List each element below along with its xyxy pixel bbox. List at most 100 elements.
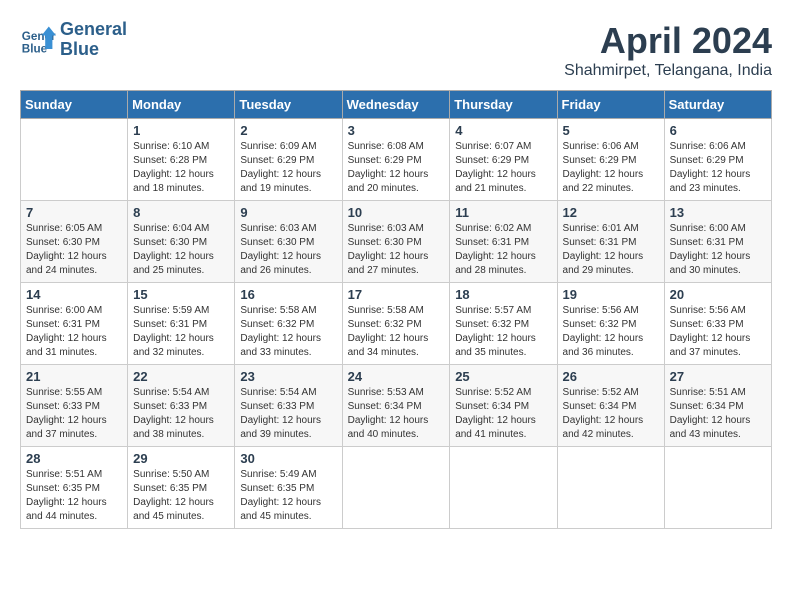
calendar-table: SundayMondayTuesdayWednesdayThursdayFrid… [20, 90, 772, 529]
calendar-cell: 13Sunrise: 6:00 AMSunset: 6:31 PMDayligh… [664, 201, 771, 283]
logo-text-line2: Blue [60, 40, 127, 60]
day-number: 29 [133, 451, 229, 466]
day-info: Sunrise: 6:02 AMSunset: 6:31 PMDaylight:… [455, 222, 551, 278]
calendar-cell: 15Sunrise: 5:59 AMSunset: 6:31 PMDayligh… [128, 283, 235, 365]
calendar-cell [557, 447, 664, 529]
calendar-cell: 14 Sunrise: 6:00 AMSunset: 6:31 PMDayligh… [21, 283, 128, 365]
day-number: 27 [670, 369, 766, 384]
day-info: Sunrise: 5:54 AMSunset: 6:33 PMDaylight:… [240, 386, 336, 442]
calendar-cell: 4 Sunrise: 6:07 AMSunset: 6:29 PMDaylight… [450, 119, 557, 201]
col-header-friday: Friday [557, 91, 664, 119]
day-number: 24 [348, 369, 445, 384]
day-number: 18 [455, 287, 551, 302]
day-number: 20 [670, 287, 766, 302]
day-number: 6 [670, 123, 766, 138]
calendar-week-4: 21 Sunrise: 5:55 AMSunset: 6:33 PMDayligh… [21, 365, 772, 447]
logo-icon: General Blue [20, 22, 56, 58]
calendar-cell [21, 119, 128, 201]
day-number: 21 [26, 369, 122, 384]
calendar-cell: 27Sunrise: 5:51 AMSunset: 6:34 PMDayligh… [664, 365, 771, 447]
day-info: Sunrise: 5:58 AMSunset: 6:32 PMDaylight:… [240, 304, 336, 360]
day-number: 28 [26, 451, 122, 466]
day-info: Sunrise: 5:53 AMSunset: 6:34 PMDaylight:… [348, 386, 445, 442]
day-number: 5 [563, 123, 659, 138]
day-number: 3 [348, 123, 445, 138]
calendar-cell: 26Sunrise: 5:52 AMSunset: 6:34 PMDayligh… [557, 365, 664, 447]
page-header: General Blue General Blue April 2024 Sha… [20, 20, 772, 80]
day-info: Sunrise: 6:03 AMSunset: 6:30 PMDaylight:… [240, 222, 336, 278]
day-number: 22 [133, 369, 229, 384]
day-number: 7 [26, 205, 122, 220]
day-number: 23 [240, 369, 336, 384]
day-info: Sunrise: 6:08 AMSunset: 6:29 PMDaylight:… [348, 140, 445, 196]
col-header-monday: Monday [128, 91, 235, 119]
calendar-cell: 10 Sunrise: 6:03 AMSunset: 6:30 PMDayligh… [342, 201, 450, 283]
col-header-tuesday: Tuesday [235, 91, 342, 119]
day-number: 19 [563, 287, 659, 302]
day-info: Sunrise: 6:04 AMSunset: 6:30 PMDaylight:… [133, 222, 229, 278]
day-info: Sunrise: 6:01 AMSunset: 6:31 PMDaylight:… [563, 222, 659, 278]
logo-text-line1: General [60, 20, 127, 40]
day-info: Sunrise: 5:57 AMSunset: 6:32 PMDaylight:… [455, 304, 551, 360]
day-info: Sunrise: 6:06 AMSunset: 6:29 PMDaylight:… [670, 140, 766, 196]
day-number: 10 [348, 205, 445, 220]
day-number: 25 [455, 369, 551, 384]
location-subtitle: Shahmirpet, Telangana, India [564, 62, 772, 80]
day-info: Sunrise: 6:09 AMSunset: 6:29 PMDaylight:… [240, 140, 336, 196]
day-info: Sunrise: 6:05 AMSunset: 6:30 PMDaylight:… [26, 222, 122, 278]
calendar-cell: 22 Sunrise: 5:54 AMSunset: 6:33 PMDayligh… [128, 365, 235, 447]
day-info: Sunrise: 5:58 AMSunset: 6:32 PMDaylight:… [348, 304, 445, 360]
calendar-cell: 3 Sunrise: 6:08 AMSunset: 6:29 PMDaylight… [342, 119, 450, 201]
day-info: Sunrise: 5:56 AMSunset: 6:33 PMDaylight:… [670, 304, 766, 360]
day-info: Sunrise: 5:52 AMSunset: 6:34 PMDaylight:… [455, 386, 551, 442]
day-number: 9 [240, 205, 336, 220]
calendar-cell: 21 Sunrise: 5:55 AMSunset: 6:33 PMDayligh… [21, 365, 128, 447]
calendar-week-1: 1Sunrise: 6:10 AMSunset: 6:28 PMDaylight… [21, 119, 772, 201]
day-info: Sunrise: 6:07 AMSunset: 6:29 PMDaylight:… [455, 140, 551, 196]
day-number: 30 [240, 451, 336, 466]
calendar-week-2: 7 Sunrise: 6:05 AMSunset: 6:30 PMDaylight… [21, 201, 772, 283]
calendar-cell: 20 Sunrise: 5:56 AMSunset: 6:33 PMDayligh… [664, 283, 771, 365]
day-number: 16 [240, 287, 336, 302]
day-info: Sunrise: 6:03 AMSunset: 6:30 PMDaylight:… [348, 222, 445, 278]
calendar-cell: 2 Sunrise: 6:09 AMSunset: 6:29 PMDaylight… [235, 119, 342, 201]
calendar-cell: 24 Sunrise: 5:53 AMSunset: 6:34 PMDayligh… [342, 365, 450, 447]
col-header-thursday: Thursday [450, 91, 557, 119]
day-number: 14 [26, 287, 122, 302]
day-info: Sunrise: 5:49 AMSunset: 6:35 PMDaylight:… [240, 468, 336, 524]
day-number: 4 [455, 123, 551, 138]
day-info: Sunrise: 5:52 AMSunset: 6:34 PMDaylight:… [563, 386, 659, 442]
logo: General Blue General Blue [20, 20, 127, 60]
day-number: 2 [240, 123, 336, 138]
day-info: Sunrise: 5:55 AMSunset: 6:33 PMDaylight:… [26, 386, 122, 442]
calendar-cell: 1Sunrise: 6:10 AMSunset: 6:28 PMDaylight… [128, 119, 235, 201]
day-info: Sunrise: 5:54 AMSunset: 6:33 PMDaylight:… [133, 386, 229, 442]
day-info: Sunrise: 6:00 AMSunset: 6:31 PMDaylight:… [26, 304, 122, 360]
day-info: Sunrise: 5:51 AMSunset: 6:35 PMDaylight:… [26, 468, 122, 524]
calendar-cell: 11Sunrise: 6:02 AMSunset: 6:31 PMDayligh… [450, 201, 557, 283]
calendar-cell [664, 447, 771, 529]
calendar-cell: 19 Sunrise: 5:56 AMSunset: 6:32 PMDayligh… [557, 283, 664, 365]
col-header-saturday: Saturday [664, 91, 771, 119]
day-number: 17 [348, 287, 445, 302]
calendar-cell: 9 Sunrise: 6:03 AMSunset: 6:30 PMDaylight… [235, 201, 342, 283]
day-info: Sunrise: 6:10 AMSunset: 6:28 PMDaylight:… [133, 140, 229, 196]
month-year-title: April 2024 [564, 20, 772, 62]
day-number: 12 [563, 205, 659, 220]
calendar-week-3: 14 Sunrise: 6:00 AMSunset: 6:31 PMDayligh… [21, 283, 772, 365]
calendar-cell: 12 Sunrise: 6:01 AMSunset: 6:31 PMDayligh… [557, 201, 664, 283]
calendar-cell: 7 Sunrise: 6:05 AMSunset: 6:30 PMDaylight… [21, 201, 128, 283]
title-area: April 2024 Shahmirpet, Telangana, India [564, 20, 772, 80]
day-number: 8 [133, 205, 229, 220]
calendar-cell [450, 447, 557, 529]
day-info: Sunrise: 6:06 AMSunset: 6:29 PMDaylight:… [563, 140, 659, 196]
col-header-wednesday: Wednesday [342, 91, 450, 119]
calendar-cell: 29Sunrise: 5:50 AMSunset: 6:35 PMDayligh… [128, 447, 235, 529]
day-info: Sunrise: 5:59 AMSunset: 6:31 PMDaylight:… [133, 304, 229, 360]
calendar-cell: 28 Sunrise: 5:51 AMSunset: 6:35 PMDayligh… [21, 447, 128, 529]
day-info: Sunrise: 5:56 AMSunset: 6:32 PMDaylight:… [563, 304, 659, 360]
calendar-cell: 18 Sunrise: 5:57 AMSunset: 6:32 PMDayligh… [450, 283, 557, 365]
day-number: 13 [670, 205, 766, 220]
calendar-cell: 16 Sunrise: 5:58 AMSunset: 6:32 PMDayligh… [235, 283, 342, 365]
calendar-cell: 17 Sunrise: 5:58 AMSunset: 6:32 PMDayligh… [342, 283, 450, 365]
